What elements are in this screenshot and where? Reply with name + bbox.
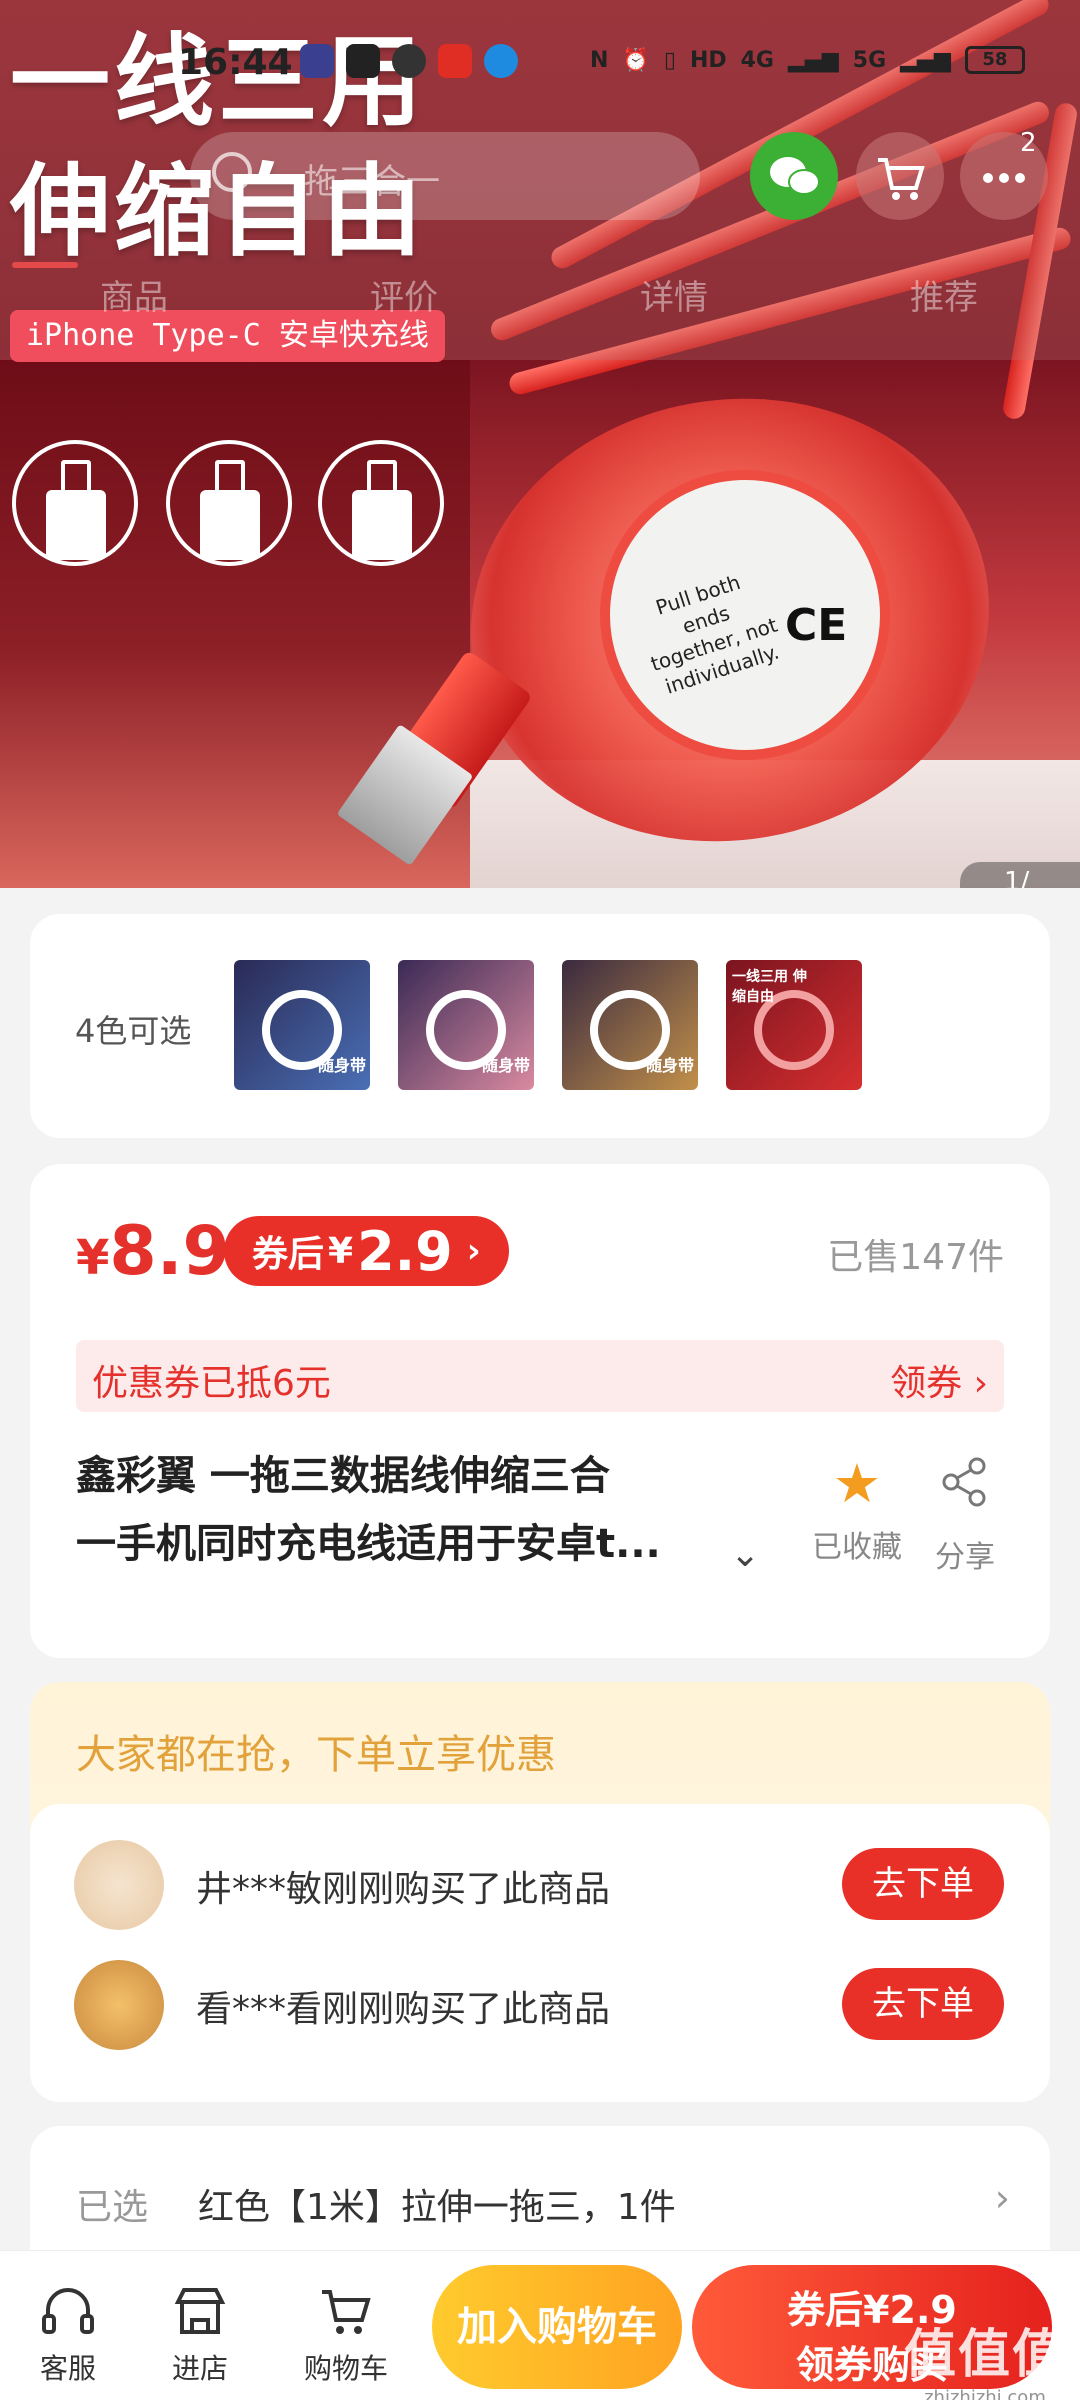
status-bar: 16:44 N ⏰ ▯ HD 4G ▂▄▆ 5G ▂▄▆ 58 xyxy=(0,40,1080,96)
color-count-label: 4色可选 xyxy=(75,1012,192,1050)
alarm-icon: ⏰ xyxy=(622,47,650,73)
wechat-icon xyxy=(770,157,820,195)
color-swatch-red[interactable]: 一线三用 伸缩自由 xyxy=(726,960,862,1090)
battery-indicator: 58 xyxy=(964,46,1025,74)
favorite-label: 已收藏 xyxy=(812,1530,902,1565)
status-right: N ⏰ ▯ HD 4G ▂▄▆ 5G ▂▄▆ 58 xyxy=(590,46,1025,74)
signal-icon: ▂▄▆ xyxy=(788,47,839,73)
cart-icon xyxy=(296,2277,396,2347)
store-icon xyxy=(150,2277,250,2347)
service-label: 客服 xyxy=(39,2352,96,2385)
favorite-button[interactable]: ★ 已收藏 xyxy=(802,1454,912,1566)
star-icon: ★ xyxy=(832,1452,882,1515)
store-label: 进店 xyxy=(171,2352,228,2385)
share-icon xyxy=(910,1454,1020,1524)
signal-icon: ▂▄▆ xyxy=(900,47,951,73)
app-notification-icon xyxy=(300,44,334,78)
tab-product[interactable]: 商品 xyxy=(100,270,168,319)
social-proof-card: 大家都在抢，下单立享优惠 井***敏刚刚购买了此商品 去下单 看***看刚刚购买… xyxy=(30,1682,1050,2102)
buyer-text: 看***看刚刚购买了此商品 xyxy=(196,1989,611,2030)
product-title: 鑫彩翼 一拖三数据线伸缩三合 一手机同时充电线适用于安卓t... xyxy=(76,1442,776,1578)
current-price: ¥8.9 xyxy=(76,1212,230,1291)
search-icon xyxy=(212,152,252,192)
color-options-card: 4色可选 随身带 随身带 随身带 一线三用 伸缩自由 xyxy=(30,914,1050,1138)
get-coupon-link[interactable]: 领券 › xyxy=(890,1354,988,1406)
discount-text: 优惠券已抵6元 xyxy=(92,1363,331,1404)
search-placeholder: 一拖三合一 xyxy=(270,162,440,202)
nfc-icon: N xyxy=(590,47,609,73)
coupon-discount-bar[interactable]: 优惠券已抵6元 领券 › xyxy=(76,1340,1004,1412)
watermark-sub: zhizhizhi.com xyxy=(924,2387,1046,2400)
selected-value: 红色【1米】拉伸一拖三，1件 xyxy=(198,2187,676,2228)
price-amount: 8.9 xyxy=(109,1212,230,1291)
more-badge: 2 xyxy=(1020,128,1037,158)
customer-service-button[interactable]: 客服 xyxy=(18,2277,118,2387)
store-button[interactable]: 进店 xyxy=(150,2277,250,2387)
network-5g: 5G xyxy=(852,47,887,73)
status-app-icons xyxy=(300,44,518,78)
active-tab-indicator xyxy=(12,262,78,268)
qq-notification-icon xyxy=(484,44,518,78)
avatar xyxy=(74,1840,164,1930)
wechat-notification-icon xyxy=(346,44,380,78)
swatch-label: 随身带 xyxy=(317,1056,366,1075)
share-label: 分享 xyxy=(935,1540,995,1575)
recent-buyers-list: 井***敏刚刚购买了此商品 去下单 看***看刚刚购买了此商品 去下单 xyxy=(30,1804,1050,2102)
avatar xyxy=(74,1960,164,2050)
order-now-button[interactable]: 去下单 xyxy=(842,1848,1004,1920)
type-c-port-icon xyxy=(318,440,444,566)
chevron-right-icon: › xyxy=(466,1231,481,1271)
color-swatch-blue[interactable]: 随身带 xyxy=(234,960,370,1090)
hd-label: HD xyxy=(689,47,727,73)
swatch-label: 随身带 xyxy=(645,1056,694,1075)
coupon-prefix: 券后 xyxy=(252,1234,325,1275)
vibrate-icon: ▯ xyxy=(663,47,676,73)
order-now-button[interactable]: 去下单 xyxy=(842,1968,1004,2040)
product-tabs: 商品 评价 详情 推荐 xyxy=(0,270,1080,330)
search-input[interactable]: 一拖三合一 xyxy=(190,132,700,220)
color-swatch-pink[interactable]: 随身带 xyxy=(398,960,534,1090)
expand-title-icon[interactable]: ⌄ xyxy=(730,1534,760,1575)
watermark-main: 值值值 xyxy=(903,2325,1066,2385)
rush-title: 大家都在抢，下单立享优惠 xyxy=(76,1732,556,1778)
pinduoduo-notification-icon xyxy=(438,44,472,78)
cart-button[interactable] xyxy=(856,132,944,220)
selected-label: 已选 xyxy=(76,2187,149,2228)
product-title-line2: 一手机同时充电线适用于安卓t... xyxy=(76,1521,661,1567)
network-4g: 4G xyxy=(740,47,774,73)
coupon-currency: ¥ xyxy=(328,1230,354,1272)
buyer-text: 井***敏刚刚购买了此商品 xyxy=(196,1869,611,1910)
list-item: 井***敏刚刚购买了此商品 去下单 xyxy=(30,1834,1050,1934)
micro-usb-port-icon xyxy=(166,440,292,566)
cart-label: 购物车 xyxy=(303,2352,388,2385)
add-to-cart-button[interactable]: 加入购物车 xyxy=(432,2265,682,2389)
chevron-right-icon: › xyxy=(994,2176,1010,2220)
lightning-port-icon xyxy=(12,440,138,566)
price-currency: ¥ xyxy=(76,1230,110,1286)
watermark: 值值值 zhizhizhi.com xyxy=(904,2312,1066,2400)
swatch-label: 一线三用 伸缩自由 xyxy=(732,969,807,1005)
share-button[interactable]: 分享 xyxy=(910,1454,1020,1576)
cart-icon xyxy=(878,158,925,200)
swatch-label: 随身带 xyxy=(481,1056,530,1075)
cart-tab-button[interactable]: 购物车 xyxy=(296,2277,396,2387)
sold-count: 已售147件 xyxy=(827,1237,1004,1278)
image-page-counter: 1/ xyxy=(960,862,1080,888)
coupon-amount: 2.9 xyxy=(357,1219,453,1283)
ce-mark: CE xyxy=(785,600,848,651)
tab-reviews[interactable]: 评价 xyxy=(370,270,438,319)
headset-icon xyxy=(18,2277,118,2347)
status-time: 16:44 xyxy=(178,42,293,83)
coupon-price-button[interactable]: 券后 ¥ 2.9 › xyxy=(224,1216,509,1286)
wechat-share-button[interactable] xyxy=(750,132,838,220)
zhide-notification-icon xyxy=(392,44,426,78)
list-item: 看***看刚刚购买了此商品 去下单 xyxy=(30,1954,1050,2054)
tab-details[interactable]: 详情 xyxy=(640,270,708,319)
tab-recommend[interactable]: 推荐 xyxy=(910,270,978,319)
price-card: ¥8.9 券后 ¥ 2.9 › 已售147件 优惠券已抵6元 领券 › 鑫彩翼 … xyxy=(30,1164,1050,1658)
product-title-line1: 鑫彩翼 一拖三数据线伸缩三合 xyxy=(76,1453,610,1499)
color-swatch-gold[interactable]: 随身带 xyxy=(562,960,698,1090)
